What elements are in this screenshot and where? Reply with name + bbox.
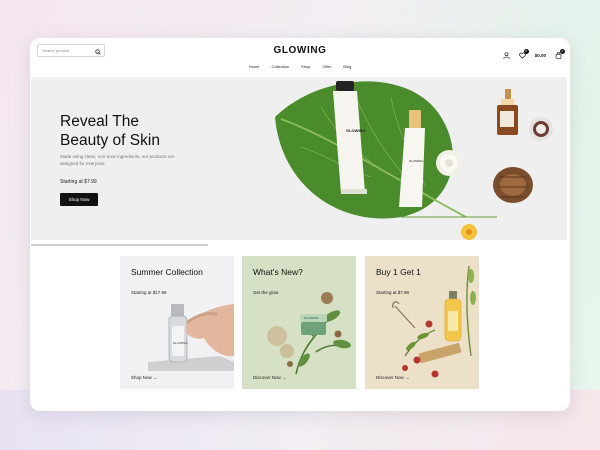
cart-total: $0.00	[534, 52, 546, 58]
card-subtitle: Starting at $7.99	[376, 290, 410, 295]
hero-title: Reveal The Beauty of Skin	[60, 112, 200, 150]
wishlist-count-badge: 0	[523, 48, 529, 54]
site-logo[interactable]: GLOWING	[30, 45, 570, 56]
nav-offer[interactable]: Offer	[322, 64, 331, 69]
card-title: Buy 1 Get 1	[376, 267, 421, 277]
hero-description: Made using clean, non-toxic ingredients,…	[60, 154, 175, 166]
user-icon[interactable]	[503, 46, 510, 64]
whats-new-card[interactable]: GLOWING What's New? Get the glow Discove…	[242, 256, 356, 389]
shop-now-button[interactable]: Shop Now	[60, 193, 98, 206]
card-link-label: Discover Now	[376, 375, 404, 380]
card-link-label: Shop Now	[131, 375, 152, 380]
wishlist-button[interactable]: 0	[518, 48, 529, 59]
summer-collection-card[interactable]: GLOWING Summer Collection Starting at $1…	[120, 256, 234, 389]
card-title: Summer Collection	[131, 267, 203, 277]
shop-now-link[interactable]: Shop Now →	[131, 375, 158, 380]
hero-price: Starting at $7.99	[60, 179, 97, 185]
card-subtitle: Starting at $17.99	[131, 290, 167, 295]
browser-frame: GLOWING Home Collection Shop Offer Blog …	[30, 38, 570, 411]
arrow-right-icon: →	[153, 375, 158, 380]
discover-now-link[interactable]: Discover Now →	[376, 375, 410, 380]
nav-collection[interactable]: Collection	[271, 64, 289, 69]
nav-home[interactable]: Home	[249, 64, 260, 69]
card-link-label: Discover Now	[253, 375, 281, 380]
buy-one-get-one-card[interactable]: Buy 1 Get 1 Starting at $7.99 Discover N…	[365, 256, 479, 389]
hero-slider-progress[interactable]	[31, 244, 208, 246]
discover-now-link[interactable]: Discover Now →	[253, 375, 287, 380]
bottle-label: GLOWING	[409, 159, 424, 163]
jar-label: GLOWING	[304, 316, 319, 320]
card-title: What's New?	[253, 267, 303, 277]
summer-bottle-label: GLOWING	[173, 341, 188, 345]
arrow-right-icon: →	[282, 375, 287, 380]
hero-banner: Reveal The Beauty of Skin Made using cle…	[31, 77, 567, 240]
hero-title-line1: Reveal The	[60, 113, 139, 130]
arrow-right-icon: →	[405, 375, 410, 380]
tube-label: GLOWING	[346, 128, 366, 133]
header-actions: 0 $0.00 0	[503, 46, 565, 64]
nav-shop[interactable]: Shop	[301, 64, 310, 69]
card-subtitle: Get the glow	[253, 290, 279, 295]
nav-blog[interactable]: Blog	[343, 64, 351, 69]
hero-product-image: GLOWING GLOWING	[275, 81, 553, 240]
hero-title-line2: Beauty of Skin	[60, 132, 160, 149]
cart-count-badge: 0	[560, 48, 565, 54]
cart-button[interactable]: 0	[555, 48, 565, 59]
main-nav: Home Collection Shop Offer Blog	[30, 64, 570, 69]
